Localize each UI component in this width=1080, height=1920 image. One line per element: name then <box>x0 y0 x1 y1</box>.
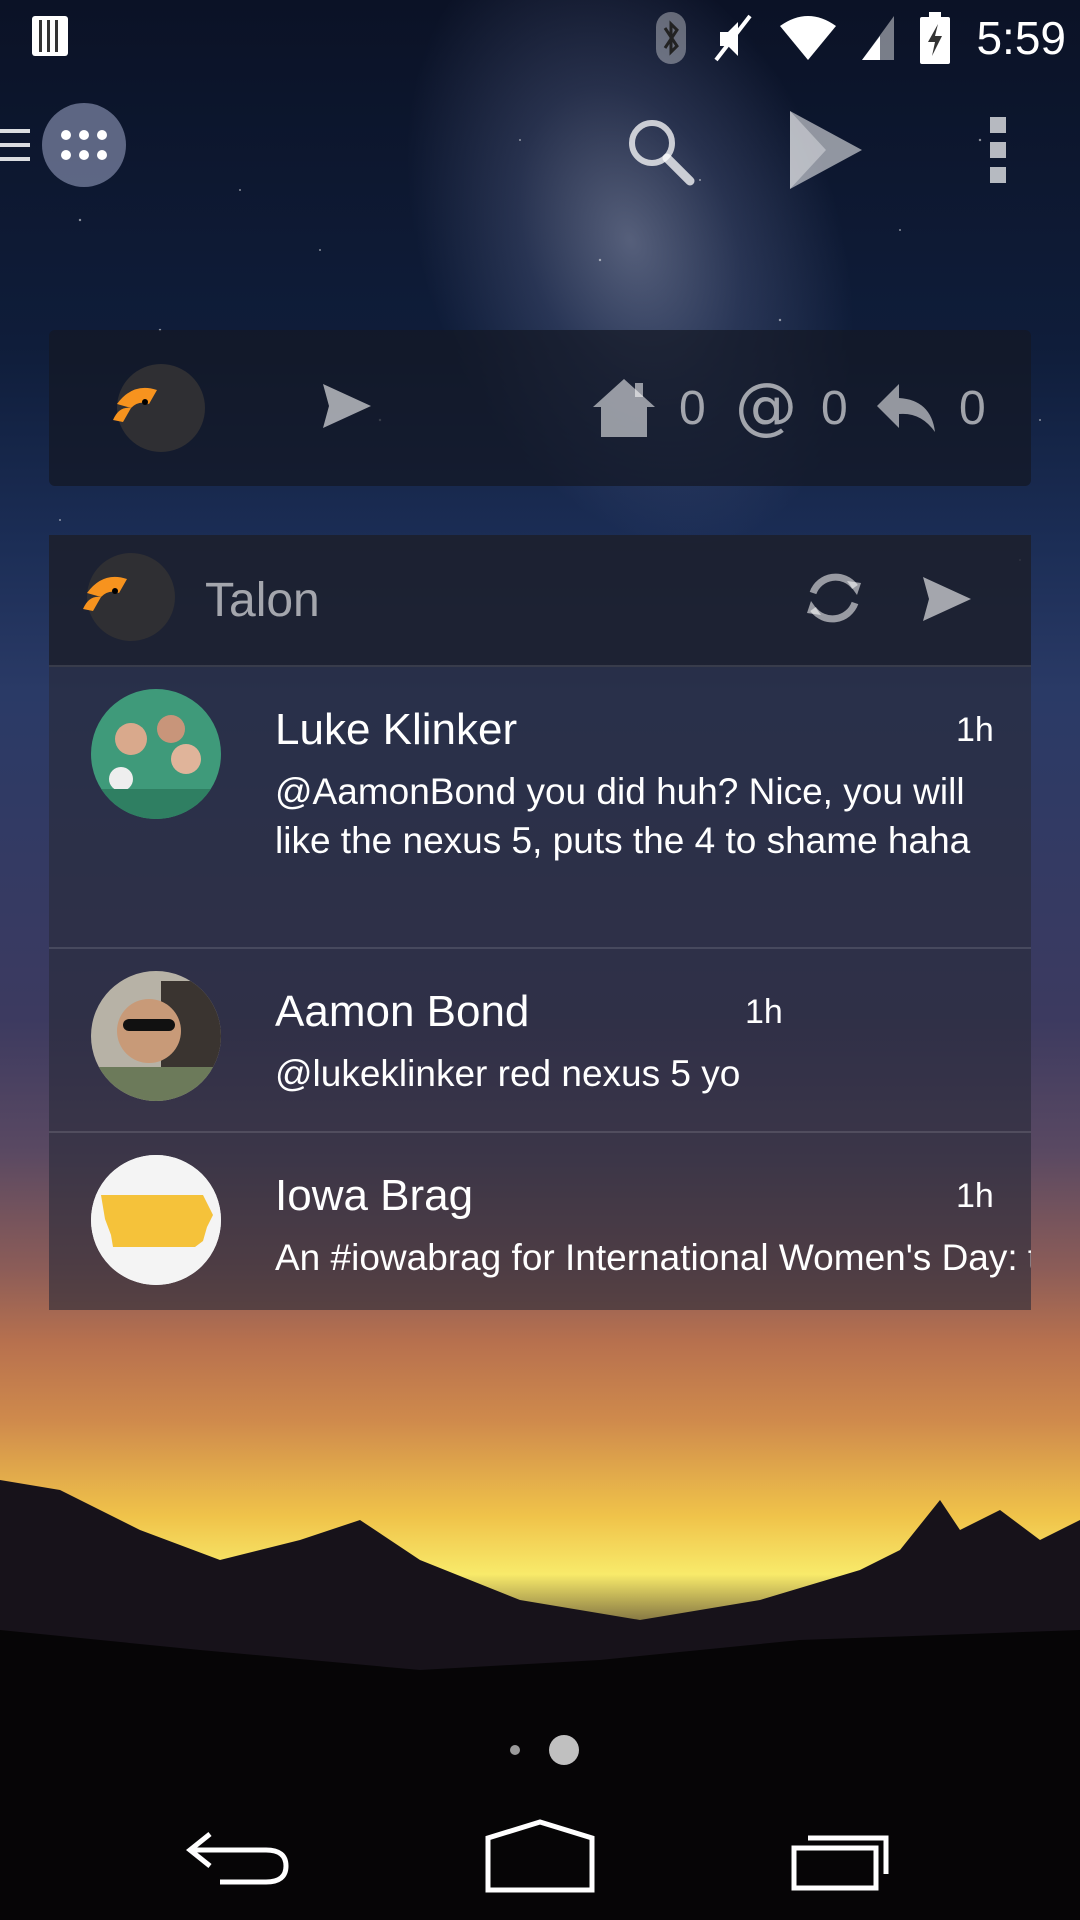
app-drawer-button[interactable] <box>42 103 126 187</box>
back-icon[interactable] <box>186 1828 292 1888</box>
battery-charging-icon <box>920 12 951 64</box>
overflow-menu-icon[interactable] <box>984 115 1014 185</box>
drawer-handle-icon[interactable] <box>0 125 34 165</box>
talon-timeline-widget: Talon Luke Klinker 1h @AamonBond you did… <box>49 535 1031 1310</box>
page-dot <box>510 1745 520 1755</box>
home-timeline-icon[interactable] <box>591 377 657 439</box>
launcher-top-bar <box>0 95 1080 205</box>
tweet-row[interactable]: Iowa Brag 1h An #iowabrag for Internatio… <box>49 1133 1031 1310</box>
timeline-widget-header: Talon <box>49 535 1031 667</box>
status-bar: 5:59 <box>0 0 1080 75</box>
mentions-icon[interactable]: @ <box>733 375 799 441</box>
compose-tweet-icon[interactable] <box>921 573 973 625</box>
counter-group: 0 @ 0 0 <box>591 368 991 448</box>
refresh-icon[interactable] <box>801 565 867 631</box>
bluetooth-icon <box>656 12 687 64</box>
mentions-count: 0 <box>821 381 848 435</box>
svg-text:@: @ <box>735 375 797 441</box>
talon-logo-icon[interactable] <box>79 549 175 645</box>
wifi-icon <box>780 16 837 60</box>
talon-counter-widget[interactable]: 0 @ 0 0 <box>49 330 1031 486</box>
tweet-text: @AamonBond you did huh? Nice, you will l… <box>275 771 971 861</box>
page-indicator <box>0 1735 1080 1765</box>
replies-count: 0 <box>959 381 986 435</box>
avatar[interactable] <box>91 1155 221 1285</box>
talon-logo-icon[interactable] <box>109 360 205 456</box>
avatar[interactable] <box>91 971 221 1101</box>
tweet-text: An #iowabrag for International Women's D… <box>275 1237 1031 1278</box>
play-store-icon[interactable] <box>786 107 866 193</box>
search-icon[interactable] <box>622 113 698 189</box>
page-dot-current <box>549 1735 579 1765</box>
tweet-row[interactable]: Aamon Bond 1h @lukeklinker red nexus 5 y… <box>49 949 1031 1133</box>
navigation-bar <box>0 1800 1080 1920</box>
tweet-time: 1h <box>745 993 783 1031</box>
compose-tweet-icon[interactable] <box>321 380 373 432</box>
tweet-author: Iowa Brag <box>275 1171 474 1220</box>
tweet-text: @lukeklinker red nexus 5 yo <box>275 1053 741 1094</box>
status-time: 5:59 <box>976 12 1066 64</box>
apps-grid-icon <box>61 130 107 160</box>
home-screen: 5:59 0 @ 0 0 Talon Luke Klinker 1h @Aamo… <box>0 0 1080 1920</box>
tweet-author: Aamon Bond <box>275 987 530 1036</box>
cell-signal-icon <box>862 16 895 60</box>
tweet-row[interactable]: Luke Klinker 1h @AamonBond you did huh? … <box>49 667 1031 949</box>
tweet-author: Luke Klinker <box>275 705 518 754</box>
tweet-time: 1h <box>956 711 994 749</box>
recents-icon[interactable] <box>790 1826 894 1892</box>
home-icon[interactable] <box>484 1818 596 1894</box>
home-count: 0 <box>679 381 706 435</box>
replies-icon[interactable] <box>875 382 937 434</box>
mute-icon <box>714 14 753 62</box>
widget-title: Talon <box>205 574 320 627</box>
sim-card-icon <box>32 16 68 56</box>
status-icons: 5:59 <box>656 6 1066 70</box>
avatar[interactable] <box>91 689 221 819</box>
tweet-time: 1h <box>956 1177 994 1215</box>
